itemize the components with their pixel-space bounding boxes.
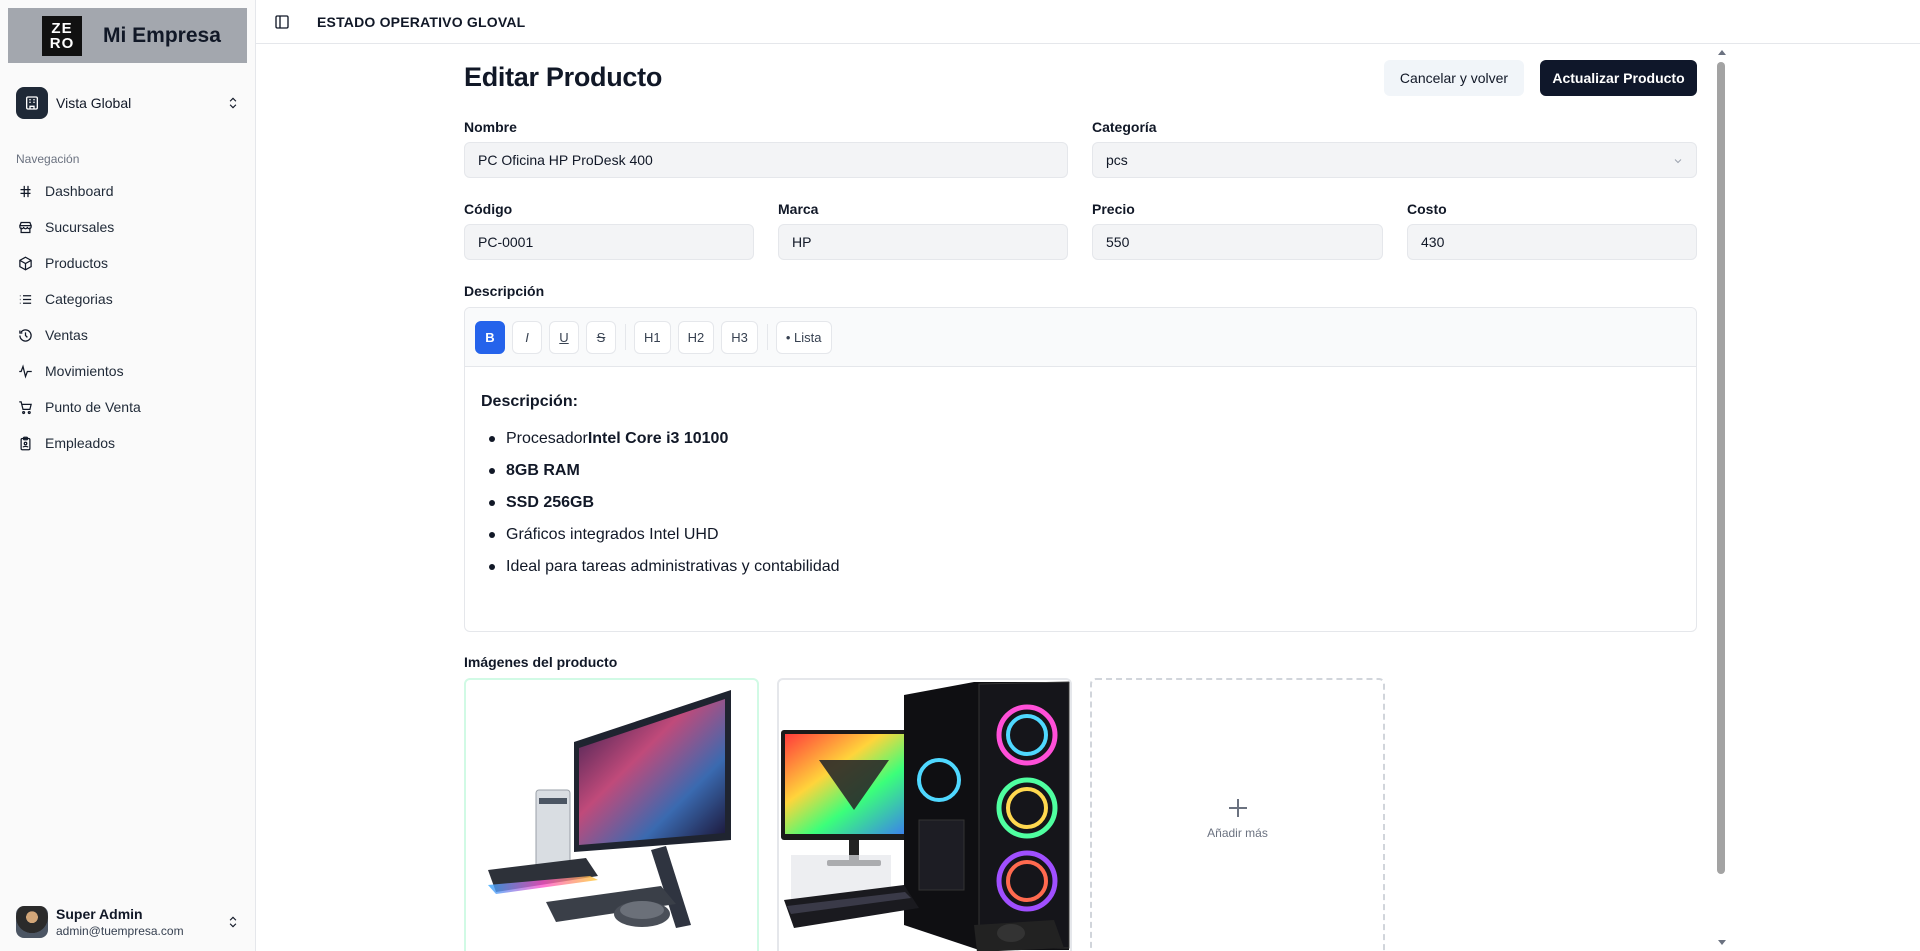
chevron-up-down-icon	[229, 916, 237, 928]
update-product-button[interactable]: Actualizar Producto	[1540, 60, 1697, 96]
product-image-2[interactable]	[777, 678, 1072, 951]
pc-setup-image	[488, 690, 731, 928]
app: ZE RO Mi Empresa Vista Global Navegación…	[0, 0, 1920, 951]
sidebar-item-movimientos[interactable]: Movimientos	[8, 353, 248, 389]
list-item: 8GB RAM	[481, 455, 1680, 487]
building-icon	[16, 87, 48, 119]
italic-button[interactable]: I	[512, 320, 542, 354]
view-switcher[interactable]: Vista Global	[16, 86, 240, 120]
underline-button[interactable]: U	[549, 320, 579, 354]
categoria-select[interactable]: pcs	[1092, 142, 1697, 178]
sidebar-item-label: Empleados	[45, 435, 116, 451]
gaming-pc-image	[781, 681, 1070, 951]
list-icon	[19, 294, 32, 304]
sidebar-item-label: Productos	[45, 255, 109, 271]
package-icon	[19, 256, 32, 270]
chevron-up-down-icon	[229, 97, 237, 109]
scroll-down-icon[interactable]	[1717, 939, 1727, 947]
editor-toolbar: B I U S H1 H2 H3 • Lista	[465, 308, 1696, 367]
main-content: Editar Producto Cancelar y volver Actual…	[464, 44, 1697, 951]
images-label: Imágenes del producto	[464, 654, 618, 670]
sidebar-toggle-button[interactable]	[268, 8, 296, 36]
brand-logo: ZE RO	[42, 15, 82, 56]
sidebar-item-label: Punto de Venta	[45, 399, 141, 415]
heading1-button[interactable]: H1	[634, 320, 671, 354]
user-email: admin@tuempresa.com	[56, 924, 184, 938]
list-item: Ideal para tareas administrativas y cont…	[481, 551, 1680, 583]
heading2-button[interactable]: H2	[677, 320, 715, 354]
cart-icon	[19, 400, 32, 414]
sidebar: ZE RO Mi Empresa Vista Global Navegación…	[0, 0, 256, 951]
costo-field[interactable]: 430	[1407, 224, 1697, 260]
categoria-value: pcs	[1106, 152, 1128, 168]
sidebar-item-label: Sucursales	[45, 219, 115, 235]
bullet-list-button[interactable]: • Lista	[775, 320, 832, 354]
sidebar-item-productos[interactable]: Productos	[8, 245, 248, 281]
sidebar-item-label: Dashboard	[45, 183, 114, 199]
user-info: Super Admin admin@tuempresa.com	[56, 906, 226, 938]
scrollbar-thumb[interactable]	[1717, 62, 1725, 874]
sidebar-item-categorias[interactable]: Categorias	[8, 281, 248, 317]
user-name: Super Admin	[56, 906, 143, 922]
activity-icon	[19, 363, 32, 379]
precio-label: Precio	[1092, 201, 1135, 217]
nombre-field[interactable]: PC Oficina HP ProDesk 400	[464, 142, 1068, 178]
categoria-label: Categoría	[1092, 119, 1157, 135]
avatar	[16, 906, 48, 938]
add-image-button[interactable]: Añadir más	[1090, 678, 1385, 951]
product-image-1[interactable]	[464, 678, 759, 951]
switcher-label: Vista Global	[56, 95, 132, 111]
grid-hash-icon	[20, 185, 31, 197]
add-image-label: Añadir más	[1207, 826, 1268, 840]
editor-content[interactable]: Descripción: Procesador Intel Core i3 10…	[465, 367, 1696, 583]
clipboard-icon	[20, 436, 31, 450]
marca-field[interactable]: HP	[778, 224, 1068, 260]
marca-label: Marca	[778, 201, 819, 217]
sidebar-nav: Dashboard Sucursales Productos Categoria…	[8, 173, 248, 461]
toolbar-divider	[625, 324, 626, 350]
sidebar-item-label: Ventas	[45, 327, 88, 343]
sidebar-item-ventas[interactable]: Ventas	[8, 317, 248, 353]
user-menu[interactable]: Super Admin admin@tuempresa.com	[16, 904, 240, 940]
descripcion-label: Descripción	[464, 283, 545, 299]
brand-header[interactable]: ZE RO Mi Empresa	[8, 8, 247, 63]
sidebar-item-sucursales[interactable]: Sucursales	[8, 209, 248, 245]
nombre-label: Nombre	[464, 119, 517, 135]
chevron-down-icon	[1674, 159, 1682, 164]
heading3-button[interactable]: H3	[721, 320, 758, 354]
topbar-title: ESTADO OPERATIVO GLOVAL	[317, 13, 526, 30]
list-item: SSD 256GB	[481, 487, 1680, 519]
sidebar-item-label: Categorias	[45, 291, 113, 307]
toolbar-divider	[766, 324, 768, 350]
list-item: Procesador Intel Core i3 10100	[481, 423, 1680, 455]
nav-section-label: Navegación	[16, 152, 80, 166]
codigo-label: Código	[464, 201, 513, 217]
history-icon	[19, 328, 32, 342]
store-icon	[19, 221, 32, 233]
description-list: Procesador Intel Core i3 10100 8GB RAM S…	[481, 423, 1680, 583]
page-title: Editar Producto	[464, 62, 663, 92]
precio-field[interactable]: 550	[1092, 224, 1383, 260]
strikethrough-button[interactable]: S	[586, 320, 616, 354]
sidebar-item-label: Movimientos	[45, 363, 124, 379]
codigo-field[interactable]: PC-0001	[464, 224, 754, 260]
topbar: ESTADO OPERATIVO GLOVAL	[256, 0, 1920, 44]
description-heading: Descripción:	[481, 393, 578, 410]
brand-name: Mi Empresa	[103, 23, 221, 47]
rich-text-editor: B I U S H1 H2 H3 • Lista Descripción: Pr…	[464, 307, 1697, 632]
sidebar-item-empleados[interactable]: Empleados	[8, 425, 248, 461]
plus-icon	[1228, 799, 1247, 817]
sidebar-item-punto-de-venta[interactable]: Punto de Venta	[8, 389, 248, 425]
scroll-up-icon[interactable]	[1717, 48, 1727, 56]
costo-label: Costo	[1407, 201, 1447, 217]
bold-button[interactable]: B	[475, 320, 505, 354]
panel-left-icon	[275, 14, 289, 29]
sidebar-item-dashboard[interactable]: Dashboard	[8, 173, 248, 209]
cancel-button[interactable]: Cancelar y volver	[1384, 60, 1524, 96]
list-item: Gráficos integrados Intel UHD	[481, 519, 1680, 551]
